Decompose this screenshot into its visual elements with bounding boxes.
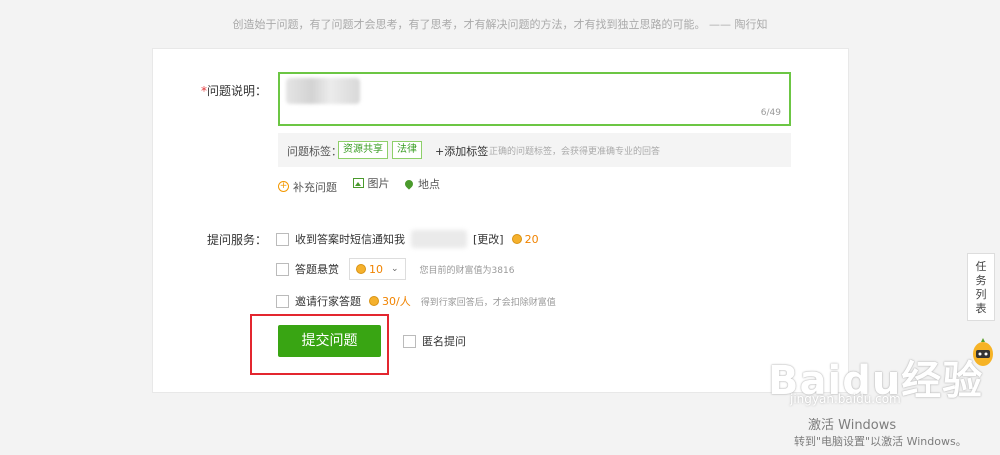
- supplement-button[interactable]: + 补充问题: [278, 179, 337, 195]
- plus-circle-icon: +: [278, 181, 289, 192]
- bounty-checkbox[interactable]: [276, 262, 289, 276]
- invite-cost: 30/人: [369, 293, 411, 309]
- sms-notify-checkbox[interactable]: [276, 232, 289, 246]
- blurred-phone: [411, 230, 467, 248]
- tag-bar: 问题标签： 资源共享 法律 +添加标签 正确的问题标签，会获得更准确专业的回答: [278, 133, 791, 167]
- anonymous-row: 匿名提问: [403, 333, 466, 349]
- task-list-tab[interactable]: 任 务 列 表: [967, 253, 995, 321]
- bounty-select[interactable]: 10 ⌄: [349, 258, 406, 280]
- invite-checkbox[interactable]: [276, 294, 289, 308]
- sms-cost: 20: [511, 233, 539, 246]
- location-pin-icon: [403, 178, 415, 190]
- tag-tip: 正确的问题标签，会获得更准确专业的回答: [489, 147, 661, 157]
- char-counter: 6/49: [760, 108, 781, 118]
- image-icon: [352, 178, 364, 188]
- invite-tip: 得到行家回答后，才会扣除财富值: [420, 297, 556, 308]
- invite-label: 邀请行家答题: [295, 295, 361, 308]
- tag-resource-share[interactable]: 资源共享: [338, 141, 388, 159]
- invite-row: 邀请行家答题 30/人 得到行家回答后，才会扣除财富值: [276, 293, 556, 309]
- add-tag-button[interactable]: +添加标签: [435, 143, 488, 159]
- blurred-question-text: [286, 78, 360, 104]
- activation-title: 激活 Windows: [808, 418, 897, 433]
- submit-button[interactable]: 提交问题: [278, 325, 381, 357]
- question-textarea[interactable]: 6/49: [278, 72, 791, 126]
- quote-banner: 创造始于问题，有了问题才会思考，有了思考，才有解决问题的方法，才有找到独立思路的…: [232, 18, 768, 31]
- activation-subtitle: 转到"电脑设置"以激活 Windows。: [794, 435, 967, 448]
- coin-icon: [356, 264, 366, 274]
- coin-icon: [369, 296, 379, 306]
- watermark-url: jingyan.baidu.com: [790, 392, 901, 406]
- extras-bar: + 补充问题 图片 地点: [278, 175, 452, 195]
- bounty-row: 答题悬赏 10 ⌄ 您目前的财富值为3816: [276, 258, 514, 280]
- question-form-card: *问题说明： 6/49 问题标签： 资源共享 法律 +添加标签 正确的问题标签，…: [152, 48, 849, 393]
- bounty-label: 答题悬赏: [295, 263, 339, 276]
- coin-icon: [511, 234, 522, 244]
- anonymous-checkbox[interactable]: [403, 334, 416, 348]
- tag-law[interactable]: 法律: [392, 141, 422, 159]
- anonymous-label: 匿名提问: [422, 335, 466, 348]
- image-button[interactable]: 图片: [352, 175, 390, 191]
- location-button[interactable]: 地点: [403, 176, 440, 192]
- tags-label: 问题标签：: [287, 145, 342, 158]
- sms-notify-label: 收到答案时短信通知我: [295, 233, 405, 246]
- question-label: *问题说明：: [201, 84, 268, 98]
- change-phone-link[interactable]: [更改]: [473, 231, 504, 247]
- service-label: 提问服务：: [207, 233, 268, 247]
- chevron-down-icon: ⌄: [391, 264, 399, 274]
- sms-notify-row: 收到答案时短信通知我 [更改] 20: [276, 230, 539, 248]
- wealth-tip: 您目前的财富值为3816: [419, 265, 515, 276]
